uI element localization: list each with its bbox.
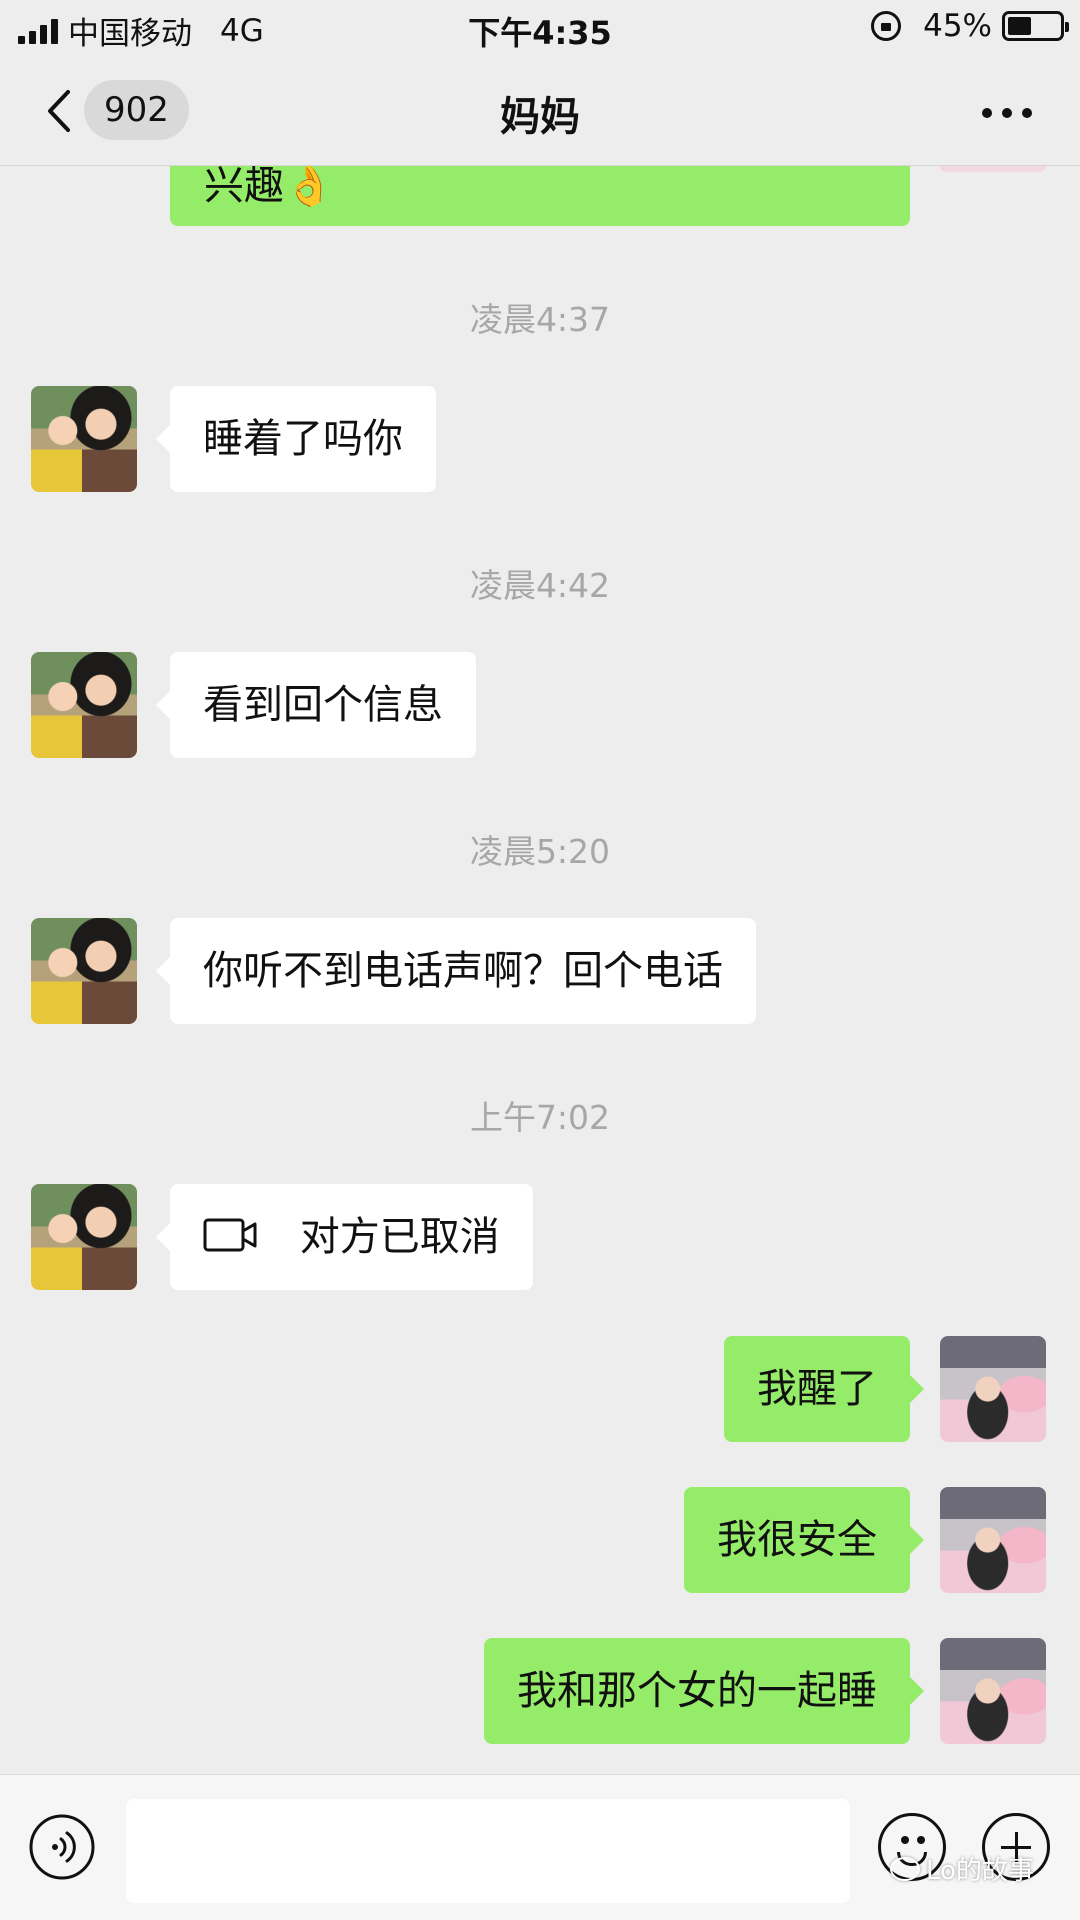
chat-title: 妈妈 <box>500 94 580 140</box>
video-camera-icon <box>203 1218 257 1252</box>
message-bubble-out[interactable]: 我醒了 <box>724 1336 924 1442</box>
message-text: 看到回个信息 <box>203 682 443 728</box>
message-text: 我和那个女的一起睡 <box>517 1668 877 1714</box>
message-list[interactable]: 兴趣👌 凌晨4:37 睡着了吗你 凌晨4:42 看到回个信息 凌晨5:20 你听… <box>0 166 1080 1774</box>
message-text: 我很安全 <box>717 1517 877 1563</box>
avatar-me[interactable] <box>940 166 1046 172</box>
call-status-text: 对方已取消 <box>299 1214 500 1260</box>
battery-fill <box>1008 17 1031 35</box>
status-bar: 中国移动 4G 下午4:35 45% <box>0 0 1080 56</box>
watermark-text: Lo的故事 <box>926 1856 1034 1886</box>
watermark: Lo的故事 <box>890 1850 1034 1887</box>
timestamp: 凌晨4:37 <box>469 300 611 339</box>
avatar-mom[interactable] <box>31 652 137 758</box>
battery-icon <box>1002 11 1069 41</box>
call-record-bubble[interactable]: 对方已取消 <box>156 1184 533 1290</box>
message-bubble-out[interactable]: 兴趣👌 <box>170 166 910 226</box>
voice-icon[interactable] <box>28 1813 96 1881</box>
message-text: 睡着了吗你 <box>203 416 403 462</box>
timestamp: 凌晨4:42 <box>469 566 611 605</box>
message-bubble-out[interactable]: 我很安全 <box>684 1487 924 1593</box>
message-bubble-in[interactable]: 看到回个信息 <box>156 652 476 758</box>
timestamp: 上午7:02 <box>469 1098 611 1137</box>
message-text: 兴趣👌 <box>204 166 334 209</box>
message-bubble-out[interactable]: 我和那个女的一起睡 <box>484 1638 924 1744</box>
avatar-me[interactable] <box>940 1487 1046 1593</box>
rotation-lock-icon <box>871 11 902 41</box>
more-options-icon[interactable] <box>982 108 1032 118</box>
battery-percent: 45% <box>923 8 992 44</box>
message-input[interactable] <box>126 1799 850 1903</box>
message-bubble-in[interactable]: 你听不到电话声啊？回个电话 <box>156 918 756 1024</box>
message-text: 你听不到电话声啊？回个电话 <box>203 948 723 994</box>
input-bar <box>0 1774 1080 1920</box>
chat-bubble-icon <box>890 1856 920 1881</box>
message-bubble-in[interactable]: 睡着了吗你 <box>156 386 436 492</box>
message-text: 我醒了 <box>757 1366 877 1412</box>
avatar-mom[interactable] <box>31 1184 137 1290</box>
avatar-me[interactable] <box>940 1336 1046 1442</box>
avatar-mom[interactable] <box>31 918 137 1024</box>
chat-header: 902 妈妈 <box>0 56 1080 166</box>
timestamp: 凌晨5:20 <box>469 832 611 871</box>
avatar-mom[interactable] <box>31 386 137 492</box>
status-right: 45% <box>871 8 1069 44</box>
avatar-me[interactable] <box>940 1638 1046 1744</box>
